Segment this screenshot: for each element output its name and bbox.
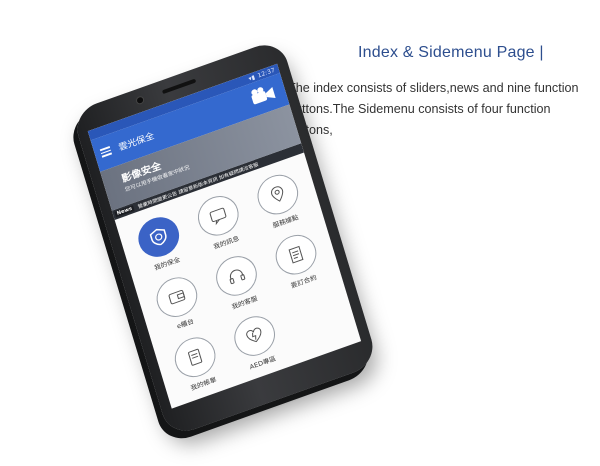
earpiece-speaker (161, 78, 197, 95)
function-button-aed[interactable]: AED專區 (219, 307, 293, 377)
page-headline: Index & Sidemenu Page | (358, 44, 544, 61)
app-title: 雲光保全 (117, 131, 156, 154)
location-pin-icon (270, 186, 283, 202)
headset-icon (229, 269, 246, 285)
video-camera-icon (251, 86, 276, 105)
shield-icon (149, 228, 167, 246)
function-button-service-locations[interactable]: 服務據點 (242, 166, 316, 236)
aed-icon (246, 327, 262, 343)
function-label: e櫃台 (175, 317, 195, 331)
hamburger-menu-icon[interactable] (99, 145, 113, 159)
bill-icon (188, 348, 203, 366)
front-camera (136, 96, 144, 105)
message-icon (209, 207, 227, 226)
contract-icon (288, 245, 304, 264)
function-button-contract[interactable]: 簽訂合約 (260, 226, 334, 296)
wallet-icon (168, 289, 186, 305)
page-description: The index consists of sliders,news and n… (288, 81, 579, 137)
